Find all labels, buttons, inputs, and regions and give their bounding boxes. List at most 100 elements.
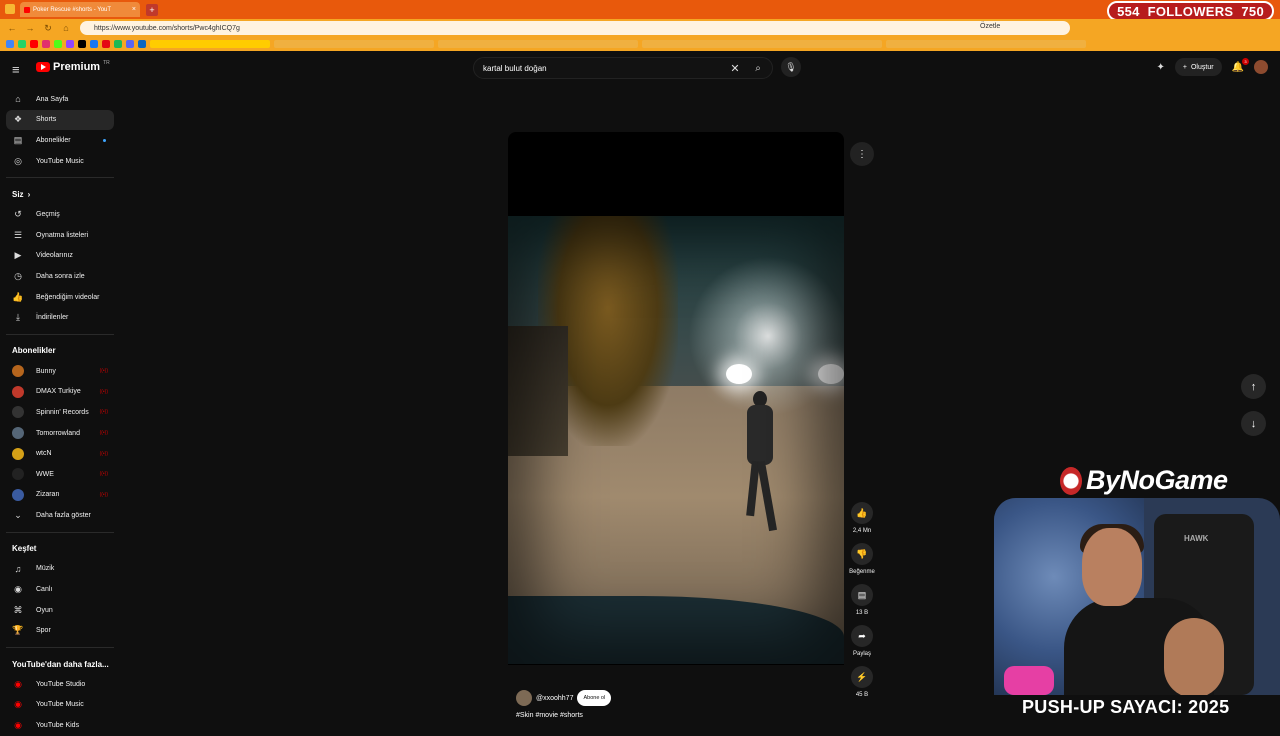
search-box[interactable]: kartal bulut doğan ✕ ⌕ — [473, 57, 773, 79]
url-field[interactable]: https://www.youtube.com/shorts/Pwc4ghICQ… — [80, 21, 1070, 35]
bookmark-icon[interactable] — [114, 40, 122, 48]
sidebar-item-shorts[interactable]: ❖ Shorts — [6, 109, 114, 131]
bookmark-icon[interactable] — [30, 40, 38, 48]
bookmark-icon[interactable] — [18, 40, 26, 48]
sidebar-item-youtube-studio[interactable]: ◉ YouTube Studio — [6, 674, 114, 695]
reload-icon[interactable]: ↻ — [42, 22, 54, 34]
shorts-player[interactable] — [508, 132, 844, 665]
sidebar-item-label: Oyun — [36, 606, 53, 614]
create-button[interactable]: + Oluştur — [1174, 58, 1222, 76]
sidebar-item-label: YouTube Kids — [36, 722, 80, 730]
sidebar-item-sports[interactable]: 🏆 Spor — [6, 620, 114, 641]
sidebar-item-label: Beğendiğim videolar — [36, 293, 100, 301]
home-browser-icon[interactable]: ⌂ — [60, 22, 72, 34]
sidebar-item-playlists[interactable]: ☰ Oynatma listeleri — [6, 225, 114, 246]
previous-short-button[interactable]: ↑ — [1241, 374, 1266, 399]
video-tags[interactable]: #Skin #movie #shorts — [516, 712, 583, 719]
summarize-button[interactable]: Özetle — [980, 23, 1000, 30]
comments-button[interactable]: ▤ 13 B — [851, 584, 873, 619]
sidebar-item-music[interactable]: ♫ Müzik — [6, 559, 114, 580]
cast-icon[interactable]: ✦ — [1157, 62, 1165, 73]
channel-name[interactable]: @xxoohh77 — [536, 695, 573, 702]
live-icon: ((•)) — [99, 430, 108, 437]
sidebar-item-live[interactable]: ◉ Canlı — [6, 579, 114, 600]
sidebar-channel[interactable]: Spinnin' Records ((•)) — [6, 402, 114, 423]
remix-button[interactable]: ⚡ 45 B — [851, 666, 873, 701]
sidebar-item-label: Oynatma listeleri — [36, 231, 89, 239]
bookmark-icon[interactable] — [126, 40, 134, 48]
avatar[interactable] — [1254, 60, 1268, 74]
section-title: YouTube'dan daha fazla... — [12, 659, 109, 669]
search-input[interactable]: kartal bulut doğan — [474, 64, 726, 73]
search-icon[interactable]: ⌕ — [744, 58, 772, 78]
sidebar-item-label: Ana Sayfa — [36, 95, 69, 103]
sidebar-channel[interactable]: Bunny ((•)) — [6, 361, 114, 382]
sidebar-item-youtube-music[interactable]: ◎ YouTube Music — [6, 151, 114, 172]
sidebar-channel[interactable]: DMAX Turkiye ((•)) — [6, 382, 114, 403]
browser-tab[interactable]: Poker Rescue #shorts - YouT × — [20, 2, 140, 17]
bookmark-icon[interactable] — [886, 40, 1086, 48]
share-icon: ➦ — [851, 625, 873, 647]
channel-name: DMAX Turkiye — [36, 388, 81, 396]
youtube-play-icon — [36, 62, 50, 72]
bookmark-icon[interactable] — [66, 40, 74, 48]
sidebar-item-gaming[interactable]: ⌘ Oyun — [6, 600, 114, 621]
sidebar-item-home[interactable]: ⌂ Ana Sayfa — [6, 89, 114, 110]
show-more-button[interactable]: ⌄ Daha fazla göster — [6, 505, 114, 526]
sidebar-channel[interactable]: wtcN ((•)) — [6, 443, 114, 464]
browser-app-icon[interactable] — [5, 4, 15, 14]
bookmark-icon[interactable] — [102, 40, 110, 48]
bookmark-icon[interactable] — [642, 40, 882, 48]
sidebar-item-label: Abonelikler — [36, 136, 71, 144]
sidebar-item-downloads[interactable]: ⤓ İndirilenler — [6, 307, 114, 328]
comment-count: 13 B — [855, 610, 869, 616]
sidebar-item-liked[interactable]: 👍 Beğendiğim videolar — [6, 287, 114, 308]
bookmark-icon[interactable] — [438, 40, 638, 48]
more-options-icon[interactable]: ⋮ — [850, 142, 874, 166]
sidebar-channel[interactable]: WWE ((•)) — [6, 464, 114, 485]
thumbs-up-icon: 👍 — [851, 502, 873, 524]
remix-icon: ⚡ — [851, 666, 873, 688]
bookmark-icon[interactable] — [150, 40, 270, 48]
divider — [6, 333, 114, 335]
back-icon[interactable]: ← — [6, 22, 18, 34]
like-button[interactable]: 👍 2,4 Mn — [851, 502, 873, 537]
channel-avatar — [12, 427, 24, 440]
sidebar-item-your-videos[interactable]: ▶ Videolarınız — [6, 246, 114, 267]
dislike-button[interactable]: 👎 Beğenme — [849, 543, 875, 578]
divider — [6, 177, 114, 179]
you-section-header[interactable]: Siz › — [0, 184, 120, 204]
close-tab-icon[interactable]: × — [132, 6, 136, 13]
channel-name: Zizaran — [36, 491, 60, 499]
sidebar-item-youtube-music-app[interactable]: ◉ YouTube Music — [6, 695, 114, 716]
notifications-icon[interactable]: 🔔 3 — [1232, 57, 1249, 73]
music-icon: ◎ — [14, 155, 22, 166]
sidebar-item-history[interactable]: ↺ Geçmiş — [6, 204, 114, 225]
bookmark-icon[interactable] — [90, 40, 98, 48]
bookmark-icon[interactable] — [274, 40, 434, 48]
new-tab-button[interactable]: + — [146, 3, 158, 16]
channel-avatar[interactable] — [516, 690, 532, 706]
share-button[interactable]: ➦ Paylaş — [851, 625, 873, 660]
sidebar-item-subscriptions[interactable]: ▤ Abonelikler — [6, 130, 114, 151]
bookmark-icon[interactable] — [138, 40, 146, 48]
clear-search-icon[interactable]: ✕ — [726, 62, 744, 75]
next-short-button[interactable]: ↓ — [1241, 411, 1266, 436]
forward-icon[interactable]: → — [24, 22, 36, 34]
menu-icon[interactable]: ≡ — [12, 62, 20, 77]
microphone-icon[interactable]: 🎙 — [781, 57, 801, 77]
bookmark-icon[interactable] — [6, 40, 14, 48]
sidebar-channel[interactable]: Zizaran ((•)) — [6, 485, 114, 506]
sidebar-channel[interactable]: Tomorrowland ((•)) — [6, 423, 114, 444]
sidebar-item-watch-later[interactable]: ◷ Daha sonra izle — [6, 266, 114, 287]
youtube-logo[interactable]: Premium TR — [36, 60, 110, 73]
youtube-kids-icon: ◉ — [14, 720, 22, 731]
bookmark-icon[interactable] — [42, 40, 50, 48]
youtube-music-icon: ◉ — [14, 699, 22, 710]
sidebar-item-label: YouTube Studio — [36, 680, 86, 688]
tab-title: Poker Rescue #shorts - YouT — [33, 6, 112, 13]
bookmark-icon[interactable] — [78, 40, 86, 48]
bookmark-icon[interactable] — [54, 40, 62, 48]
subscribe-button[interactable]: Abone ol — [577, 690, 612, 706]
sidebar-item-youtube-kids[interactable]: ◉ YouTube Kids — [6, 715, 114, 736]
